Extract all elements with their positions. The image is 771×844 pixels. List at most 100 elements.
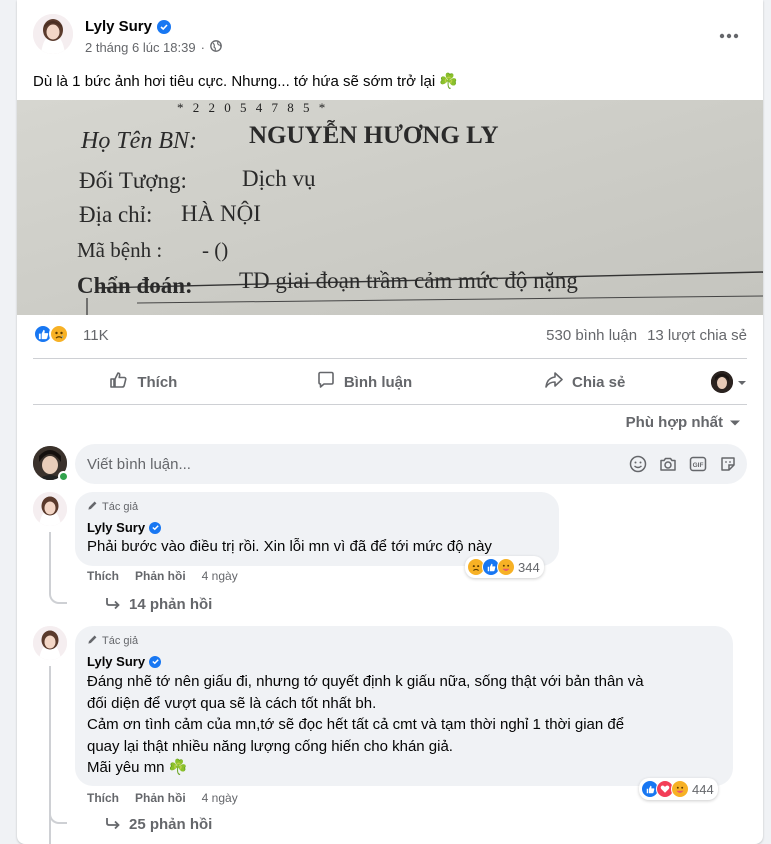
emoji-icon[interactable] (629, 455, 647, 473)
comment-label: Bình luận (343, 373, 413, 391)
pencil-icon (87, 634, 98, 648)
comment-reactions[interactable]: 344 (465, 556, 544, 578)
comment-actions: Thích Phản hồi 4 ngày (87, 791, 238, 805)
comment-timestamp[interactable]: 4 ngày (202, 569, 238, 583)
reaction-count[interactable]: 11K (83, 327, 109, 344)
gif-icon[interactable]: GIF (689, 455, 707, 473)
commenter-avatar[interactable] (33, 492, 67, 526)
view-replies-button[interactable]: 25 phản hồi (105, 816, 212, 833)
engagement-stats: 530 bình luận 13 lượt chia sẻ (546, 327, 747, 344)
composer-tools: GIF (629, 455, 737, 473)
photo-value-code: - () (202, 238, 228, 262)
comment-like-button[interactable]: Thích (87, 569, 119, 583)
author-tag: Tác giả (87, 500, 547, 514)
divider (33, 404, 747, 405)
svg-text:GIF: GIF (693, 462, 704, 469)
reactions-summary: 11K 530 bình luận 13 lượt chia sẻ (33, 322, 747, 350)
replies-count: 25 phản hồi (129, 816, 213, 833)
divider (33, 358, 747, 359)
pencil-icon (87, 500, 98, 514)
photo-value-type: Dịch vụ (242, 166, 316, 191)
more-options-button[interactable] (711, 22, 747, 58)
share-label: Chia sẻ (572, 373, 626, 391)
comment-like-button[interactable]: Thích (87, 791, 119, 805)
comment-reply-button[interactable]: Phản hồi (135, 791, 186, 805)
comment-bubble: Tác giả Lyly Sury Phải bước vào điều trị… (75, 492, 559, 566)
comment-reply-button[interactable]: Phản hồi (135, 569, 186, 583)
author-name-text[interactable]: Lyly Sury (85, 18, 152, 35)
photo-value-name: NGUYỄN HƯƠNG LY (249, 120, 499, 149)
comment-text: Phải bước vào điều trị rồi. Xin lỗi mn v… (87, 538, 492, 555)
post-meta: 2 tháng 6 lúc 18:39 · (85, 40, 222, 55)
commenter-avatar[interactable] (33, 626, 67, 660)
verified-badge-icon (149, 521, 162, 534)
caret-down-icon (729, 414, 741, 431)
globe-icon (210, 40, 222, 55)
post-timestamp[interactable]: 2 tháng 6 lúc 18:39 (85, 40, 196, 55)
comment-input-box[interactable]: GIF (75, 444, 747, 484)
thread-line (49, 532, 51, 590)
photo-label-address: Địa chỉ: (79, 202, 152, 227)
photo-code: * 2 2 0 5 4 7 8 5 * (177, 100, 328, 115)
care-icon (497, 558, 515, 576)
sad-icon (49, 324, 69, 344)
reply-arrow-icon (105, 596, 121, 613)
comment-reaction-count: 444 (692, 781, 714, 797)
share-button[interactable]: Chia sẻ (474, 360, 695, 404)
shares-count[interactable]: 13 lượt chia sẻ (647, 327, 747, 344)
post-photo[interactable]: * 2 2 0 5 4 7 8 5 * Họ Tên BN: NGUYỄN HƯ… (17, 100, 763, 315)
photo-label-code: Mã bệnh : (77, 238, 162, 262)
author-tag-label: Tác giả (102, 635, 139, 647)
comments-count[interactable]: 530 bình luận (546, 327, 637, 344)
post-text: Dù là 1 bức ảnh hơi tiêu cực. Nhưng... t… (33, 73, 459, 90)
verified-badge-icon (149, 655, 162, 668)
author-tag: Tác giả (87, 634, 721, 648)
comment-bubble-icon (316, 370, 336, 394)
comment-item: Tác giả Lyly Sury Đáng nhẽ tớ nên giấu đ… (33, 626, 747, 844)
comment-timestamp[interactable]: 4 ngày (202, 791, 238, 805)
comment-button[interactable]: Bình luận (254, 360, 475, 404)
like-button[interactable]: Thích (33, 360, 254, 404)
comment-actions: Thích Phản hồi 4 ngày (87, 569, 238, 583)
caret-down-icon (737, 374, 747, 391)
comment-composer: GIF (33, 444, 747, 484)
post-card: Lyly Sury 2 tháng 6 lúc 18:39 · Dù là 1 … (17, 0, 763, 844)
photo-label-name: Họ Tên BN: (80, 128, 197, 154)
post-header: Lyly Sury 2 tháng 6 lúc 18:39 · (33, 14, 747, 58)
reaction-identity-selector[interactable] (695, 360, 747, 404)
author-avatar[interactable] (33, 14, 73, 54)
author-name[interactable]: Lyly Sury (85, 18, 171, 35)
user-avatar-small (711, 371, 734, 393)
thread-curve (49, 588, 67, 604)
thread-curve (49, 808, 67, 824)
commenter-name[interactable]: Lyly Sury (87, 520, 547, 535)
sticker-icon[interactable] (719, 455, 737, 473)
comment-sort-dropdown[interactable]: Phù hợp nhất (626, 414, 741, 431)
reply-arrow-icon (105, 816, 121, 833)
thumbs-up-icon (109, 370, 129, 394)
comment-input[interactable] (87, 444, 587, 484)
meta-separator: · (200, 40, 205, 55)
care-icon (671, 780, 689, 798)
photo-label-type: Đối Tượng: (79, 168, 187, 193)
comment-reaction-count: 344 (518, 559, 540, 575)
photo-value-diagnosis: TD giai đoạn trầm cảm mức độ nặng (239, 268, 578, 293)
comment-reactions[interactable]: 444 (639, 778, 718, 800)
photo-label-diagnosis: Chẩn đoán: (77, 273, 193, 298)
post-actions: Thích Bình luận Chia sẻ (33, 360, 747, 404)
camera-icon[interactable] (659, 455, 677, 473)
commenter-name[interactable]: Lyly Sury (87, 654, 721, 669)
verified-badge-icon (156, 19, 171, 34)
reaction-icons[interactable] (33, 324, 69, 344)
commenter-name-text[interactable]: Lyly Sury (87, 520, 145, 535)
share-arrow-icon (544, 370, 564, 394)
replies-count: 14 phản hồi (129, 596, 213, 613)
view-replies-button[interactable]: 14 phản hồi (105, 596, 212, 613)
photo-value-address: HÀ NỘI (181, 200, 261, 226)
sort-label: Phù hợp nhất (625, 414, 723, 431)
author-tag-label: Tác giả (102, 501, 139, 513)
commenter-name-text[interactable]: Lyly Sury (87, 654, 145, 669)
comment-bubble: Tác giả Lyly Sury Đáng nhẽ tớ nên giấu đ… (75, 626, 733, 786)
online-status-dot (58, 471, 69, 482)
like-label: Thích (137, 373, 178, 391)
